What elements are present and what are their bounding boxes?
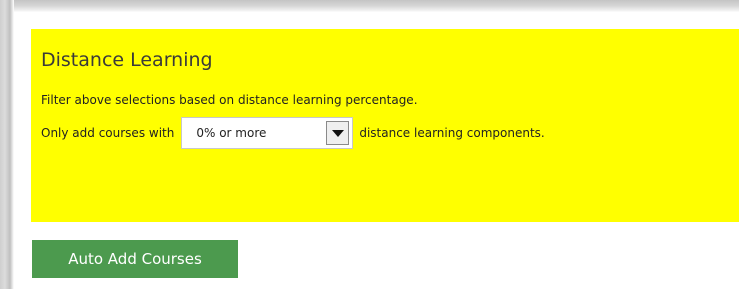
- auto-add-courses-button[interactable]: Auto Add Courses: [32, 240, 238, 278]
- filter-suffix-label: distance learning components.: [359, 126, 545, 140]
- dropdown-button[interactable]: [326, 121, 350, 145]
- page-frame: Distance Learning Filter above selection…: [0, 0, 739, 289]
- panel-title: Distance Learning: [41, 49, 213, 71]
- distance-percentage-select[interactable]: 0% or more: [181, 117, 354, 149]
- filter-prefix-label: Only add courses with: [41, 126, 175, 140]
- selected-value: 0% or more: [196, 126, 267, 140]
- filter-row: Only add courses with 0% or more distanc…: [41, 115, 545, 151]
- frame-top-edge: [0, 0, 739, 12]
- frame-left-edge: [0, 0, 14, 289]
- panel-description: Filter above selections based on distanc…: [41, 93, 418, 107]
- chevron-down-icon: [331, 129, 344, 137]
